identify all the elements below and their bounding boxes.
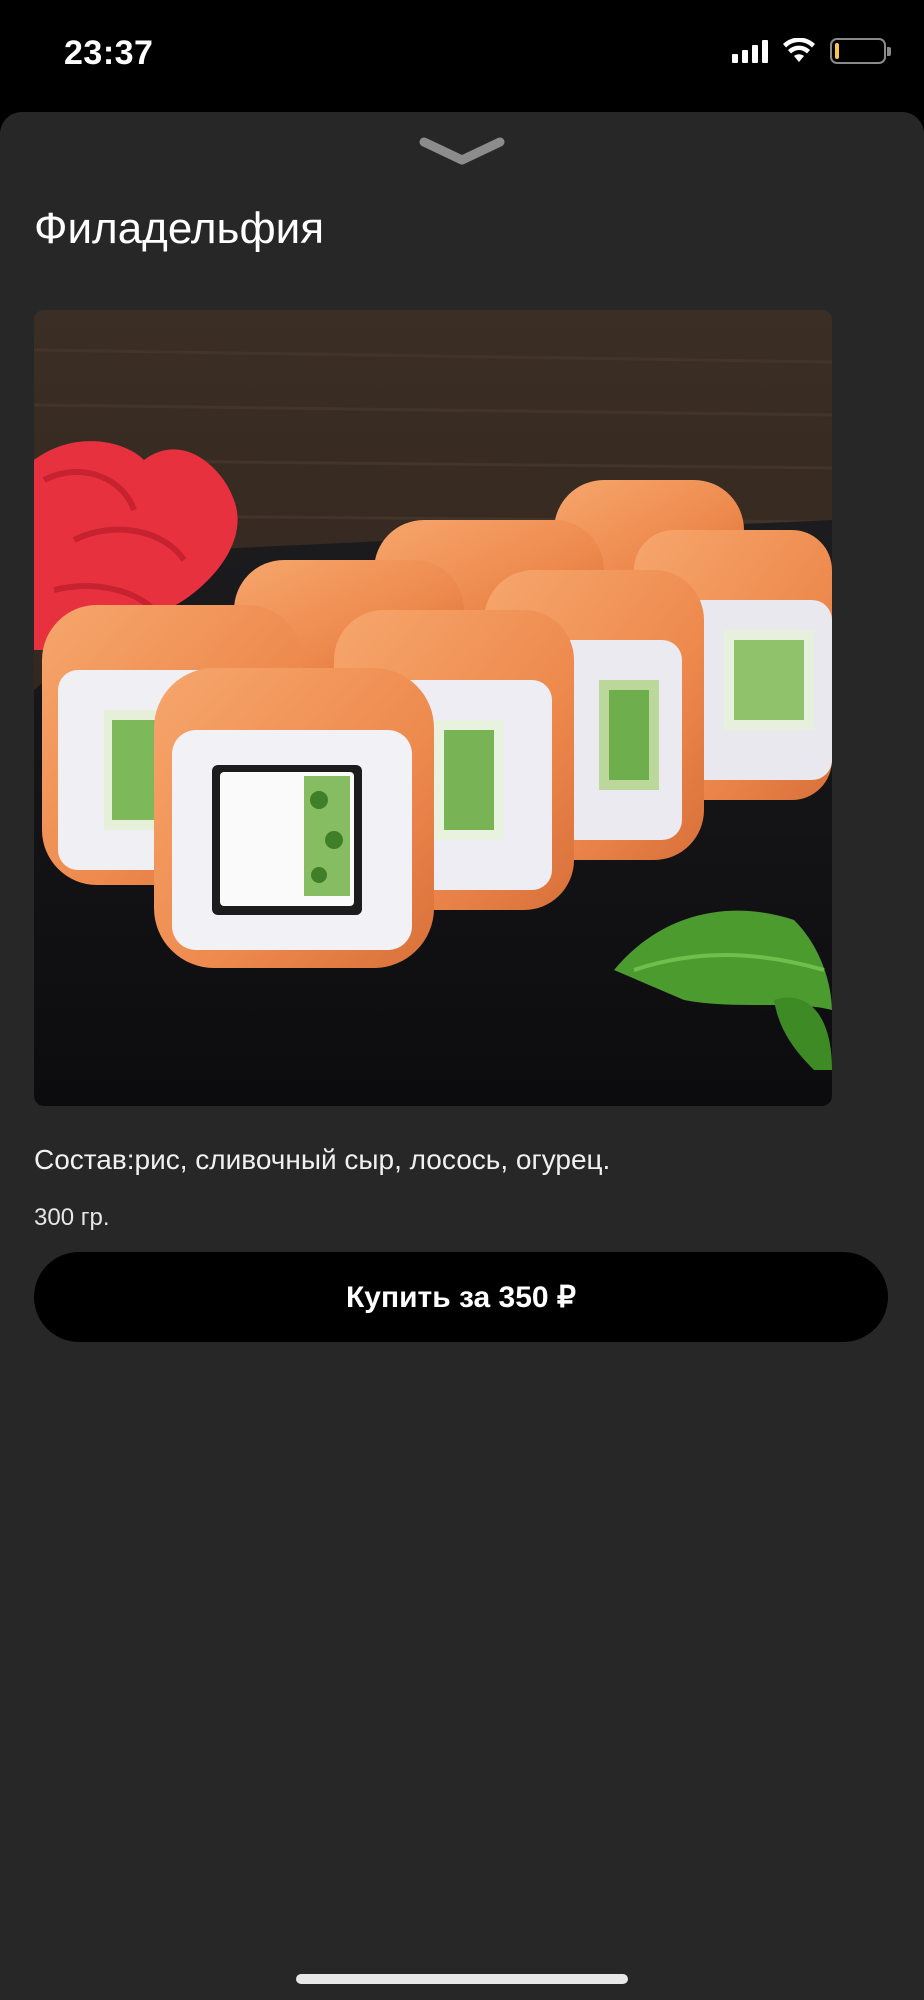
home-indicator[interactable]: [296, 1974, 628, 1984]
wifi-icon: [783, 38, 815, 62]
product-composition: Состав:рис, сливочный сыр, лосось, огуре…: [34, 1144, 611, 1175]
product-image: [34, 310, 832, 1106]
product-title: Филадельфия: [34, 204, 325, 253]
buy-button[interactable]: Купить за 350 ₽: [34, 1252, 888, 1342]
status-icons: [732, 38, 891, 64]
status-time: 23:37: [64, 34, 154, 72]
product-weight: 300 гр.: [34, 1204, 110, 1231]
battery-icon: [830, 38, 891, 64]
status-bar: 23:37: [0, 0, 924, 110]
chevron-down-icon[interactable]: [418, 134, 506, 168]
product-sheet: Филадельфия Состав:рис, сливочный сыр, л…: [0, 112, 924, 2000]
cellular-signal-icon: [732, 39, 768, 63]
